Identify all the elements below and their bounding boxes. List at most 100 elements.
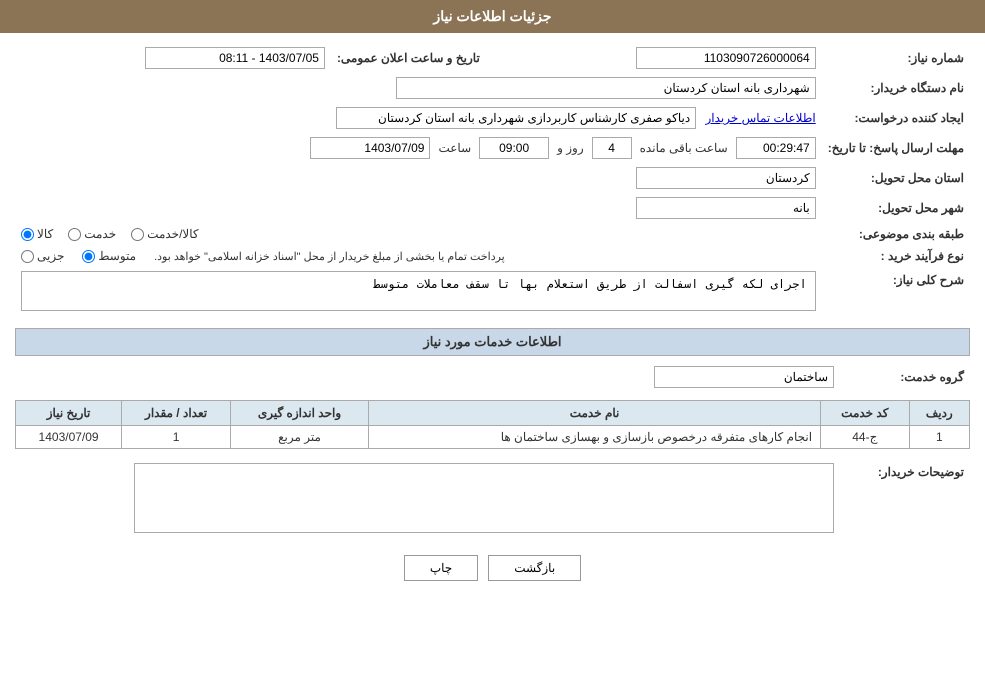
cell-row-num: 1 [909,426,969,449]
category-kala-khedmat-label: کالا/خدمت [147,227,198,241]
description-textarea[interactable]: اجرای لکه گیری اسفالت از طریق استعلام به… [21,271,816,311]
info-table: شماره نیاز: تاریخ و ساعت اعلان عمومی: نا… [15,43,970,318]
deadline-label: مهلت ارسال پاسخ: تا تاریخ: [822,133,970,163]
cell-quantity: 1 [122,426,231,449]
delivery-city-cell [15,193,822,223]
service-group-row: گروه خدمت: [15,362,970,392]
delivery-city-row: شهر محل تحویل: [15,193,970,223]
category-khedmat-label: خدمت [84,227,116,241]
delivery-city-label: شهر محل تحویل: [822,193,970,223]
process-row-content: پرداخت تمام یا بخشی از مبلغ خریدار از مح… [21,249,816,263]
table-row: 1 ج-44 انجام کارهای متفرقه درخصوص بازساز… [16,426,970,449]
request-number-row: شماره نیاز: تاریخ و ساعت اعلان عمومی: [15,43,970,73]
category-row: طبقه بندی موضوعی: کالا/خدمت خدمت کالا [15,223,970,245]
delivery-city-input[interactable] [636,197,816,219]
cell-date: 1403/07/09 [16,426,122,449]
announcement-date-label: تاریخ و ساعت اعلان عمومی: [331,43,486,73]
col-service-code: کد خدمت [821,401,910,426]
buyer-notes-textarea[interactable] [134,463,834,533]
process-jezii-item: جزیی [21,249,64,263]
process-label: نوع فرآیند خرید : [822,245,970,267]
col-row-num: ردیف [909,401,969,426]
delivery-province-cell [15,163,822,193]
creator-row: ایجاد کننده درخواست: اطلاعات تماس خریدار [15,103,970,133]
deadline-remaining-input[interactable] [736,137,816,159]
category-kala-radio[interactable] [21,228,34,241]
service-group-table: گروه خدمت: [15,362,970,392]
buyer-notes-label: توضیحات خریدار: [840,459,970,540]
category-kala-khedmat-radio[interactable] [131,228,144,241]
services-section-header: اطلاعات خدمات مورد نیاز [15,328,970,356]
delivery-province-row: استان محل تحویل: [15,163,970,193]
category-kala-khedmat-item: کالا/خدمت [131,227,198,241]
category-kala-label: کالا [37,227,53,241]
time-label: ساعت [438,141,471,155]
buyer-org-input[interactable] [396,77,816,99]
buyer-org-row: نام دستگاه خریدار: [15,73,970,103]
description-row: شرح کلی نیاز: اجرای لکه گیری اسفالت از ط… [15,267,970,318]
page-header: جزئیات اطلاعات نیاز [0,0,985,33]
deadline-days-input[interactable] [592,137,632,159]
deadline-cell: ساعت باقی مانده روز و ساعت [15,133,822,163]
service-group-cell [15,362,840,392]
process-motavaset-label: متوسط [98,249,136,263]
category-radio-group: کالا/خدمت خدمت کالا [21,227,816,241]
process-jezii-label: جزیی [37,249,64,263]
description-label: شرح کلی نیاز: [822,267,970,318]
services-table-body: 1 ج-44 انجام کارهای متفرقه درخصوص بازساز… [16,426,970,449]
buyer-org-cell [15,73,822,103]
remaining-label: ساعت باقی مانده [640,141,728,155]
deadline-row-content: ساعت باقی مانده روز و ساعت [21,137,816,159]
process-motavaset-radio[interactable] [82,250,95,263]
cell-service-code: ج-44 [821,426,910,449]
col-date: تاریخ نیاز [16,401,122,426]
service-group-label: گروه خدمت: [840,362,970,392]
page-title: جزئیات اطلاعات نیاز [433,8,551,24]
creator-label: ایجاد کننده درخواست: [822,103,970,133]
buttons-row: بازگشت چاپ [15,555,970,581]
announcement-date-cell [15,43,331,73]
spacer1 [486,43,506,73]
col-service-name: نام خدمت [369,401,821,426]
request-number-cell [506,43,822,73]
buyer-notes-cell [15,459,840,540]
request-number-input[interactable] [636,47,816,69]
deadline-row: مهلت ارسال پاسخ: تا تاریخ: ساعت باقی مان… [15,133,970,163]
process-cell: پرداخت تمام یا بخشی از مبلغ خریدار از مح… [15,245,822,267]
delivery-province-label: استان محل تحویل: [822,163,970,193]
days-label: روز و [557,141,584,155]
process-jezii-radio[interactable] [21,250,34,263]
category-label: طبقه بندی موضوعی: [822,223,970,245]
content-area: شماره نیاز: تاریخ و ساعت اعلان عمومی: نا… [0,33,985,591]
col-unit: واحد اندازه گیری [230,401,368,426]
process-row: نوع فرآیند خرید : پرداخت تمام یا بخشی از… [15,245,970,267]
process-motavaset-item: متوسط [82,249,136,263]
deadline-time-input[interactable] [479,137,549,159]
creator-cell: اطلاعات تماس خریدار [15,103,822,133]
cell-service-name: انجام کارهای متفرقه درخصوص بازسازی و بهس… [369,426,821,449]
print-button[interactable]: چاپ [404,555,478,581]
description-cell: اجرای لکه گیری اسفالت از طریق استعلام به… [15,267,822,318]
category-khedmat-item: خدمت [68,227,116,241]
buyer-org-label: نام دستگاه خریدار: [822,73,970,103]
services-table: ردیف کد خدمت نام خدمت واحد اندازه گیری ت… [15,400,970,449]
back-button[interactable]: بازگشت [488,555,581,581]
cell-unit: متر مربع [230,426,368,449]
delivery-province-input[interactable] [636,167,816,189]
process-description-text: پرداخت تمام یا بخشی از مبلغ خریدار از مح… [154,250,505,263]
announcement-date-input[interactable] [145,47,325,69]
creator-contact-link[interactable]: اطلاعات تماس خریدار [706,111,816,125]
buyer-notes-row: توضیحات خریدار: [15,459,970,540]
page-container: جزئیات اطلاعات نیاز شماره نیاز: تاریخ و … [0,0,985,691]
request-number-label: شماره نیاز: [822,43,970,73]
services-header-row: ردیف کد خدمت نام خدمت واحد اندازه گیری ت… [16,401,970,426]
creator-input[interactable] [336,107,696,129]
category-cell: کالا/خدمت خدمت کالا [15,223,822,245]
buyer-notes-table: توضیحات خریدار: [15,459,970,540]
services-table-header: ردیف کد خدمت نام خدمت واحد اندازه گیری ت… [16,401,970,426]
deadline-date-input[interactable] [310,137,430,159]
category-kala-item: کالا [21,227,53,241]
service-group-input[interactable] [654,366,834,388]
col-quantity: تعداد / مقدار [122,401,231,426]
category-khedmat-radio[interactable] [68,228,81,241]
